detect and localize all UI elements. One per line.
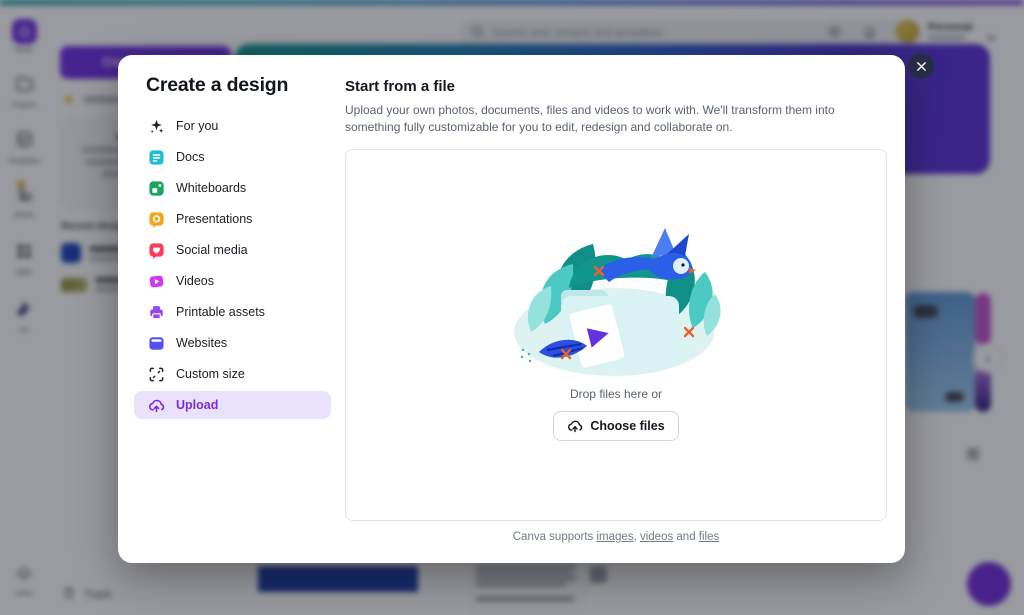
choose-files-button[interactable]: Choose files xyxy=(553,411,678,441)
sparkles-icon xyxy=(148,118,165,135)
create-a-design-modal: Create a design For you Docs Whiteboards… xyxy=(118,55,905,563)
images-link[interactable]: images xyxy=(597,531,634,543)
upload-panel: Start from a file Upload your own photos… xyxy=(345,55,905,563)
upload-icon xyxy=(148,397,165,414)
websites-icon xyxy=(148,335,165,352)
menu-item-presentations[interactable]: Presentations xyxy=(134,205,331,233)
presentations-icon xyxy=(148,211,165,228)
upload-illustration xyxy=(509,224,724,379)
menu-item-social-media[interactable]: Social media xyxy=(134,236,331,264)
cloud-upload-icon xyxy=(567,418,583,434)
menu-item-websites[interactable]: Websites xyxy=(134,329,331,357)
menu-item-for-you[interactable]: For you xyxy=(134,112,331,140)
menu-item-whiteboards[interactable]: Whiteboards xyxy=(134,174,331,202)
videos-icon xyxy=(148,273,165,290)
close-button[interactable] xyxy=(908,53,934,79)
menu-item-videos[interactable]: Videos xyxy=(134,267,331,295)
supported-files-note: Canva supports images, videos and files xyxy=(345,531,887,543)
design-type-menu: For you Docs Whiteboards Presentations S xyxy=(134,112,345,419)
menu-item-custom-size[interactable]: Custom size xyxy=(134,360,331,388)
social-media-icon xyxy=(148,242,165,259)
panel-description: Upload your own photos, documents, files… xyxy=(345,102,887,137)
close-icon xyxy=(916,61,927,72)
files-link[interactable]: files xyxy=(699,531,719,543)
modal-sidebar: Create a design For you Docs Whiteboards… xyxy=(118,55,345,563)
menu-item-upload[interactable]: Upload xyxy=(134,391,331,419)
whiteboards-icon xyxy=(148,180,165,197)
menu-item-docs[interactable]: Docs xyxy=(134,143,331,171)
panel-heading: Start from a file xyxy=(345,78,887,95)
menu-item-printable-assets[interactable]: Printable assets xyxy=(134,298,331,326)
docs-icon xyxy=(148,149,165,166)
videos-link[interactable]: videos xyxy=(640,531,673,543)
canva-create-design-screen: Canva Search your content and templates … xyxy=(0,0,1024,615)
custom-size-icon xyxy=(148,366,165,383)
file-dropzone[interactable]: Drop files here or Choose files xyxy=(345,149,887,521)
modal-title: Create a design xyxy=(134,74,345,97)
drop-files-label: Drop files here or xyxy=(570,387,662,401)
printable-assets-icon xyxy=(148,304,165,321)
